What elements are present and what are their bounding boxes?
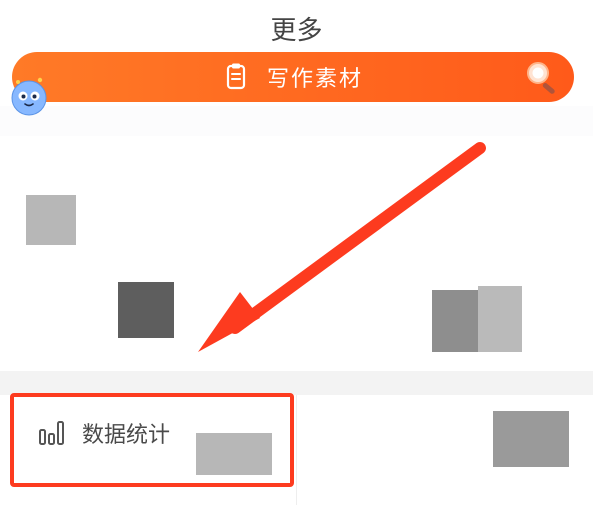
gray-block xyxy=(432,290,478,352)
bar-chart-icon xyxy=(38,420,66,446)
gray-block xyxy=(196,433,272,475)
menu-item-data-statistics[interactable]: 数据统计 xyxy=(0,395,297,505)
section-divider xyxy=(0,371,593,395)
writing-material-label: 写作素材 xyxy=(267,61,363,93)
page-title: 更多 xyxy=(0,10,593,47)
menu-item-secondary[interactable] xyxy=(297,395,593,505)
menu-item-label: 数据统计 xyxy=(82,417,170,449)
spacer-strip xyxy=(0,106,593,136)
content-canvas xyxy=(0,136,593,371)
gray-block xyxy=(478,286,522,352)
gray-block xyxy=(118,282,174,338)
document-icon xyxy=(223,63,249,91)
search-icon[interactable] xyxy=(521,56,563,103)
bottom-menu: 数据统计 xyxy=(0,395,593,505)
page-root: 更多 写作素材 xyxy=(0,0,593,514)
mascot-icon xyxy=(6,72,52,118)
writing-material-button[interactable]: 写作素材 xyxy=(12,52,574,102)
gray-block xyxy=(26,195,76,245)
gray-block xyxy=(493,411,569,467)
